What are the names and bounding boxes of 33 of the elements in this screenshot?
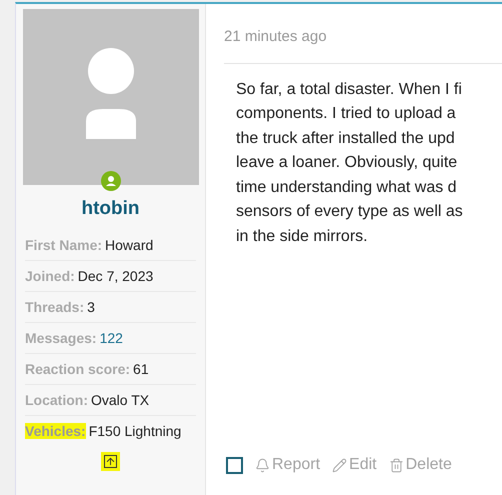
bell-icon xyxy=(255,458,270,472)
post-text-line: the truck after installed the upd xyxy=(236,128,456,148)
username-link[interactable]: htobin xyxy=(81,195,140,224)
post-text-line: components. I tried to upload a xyxy=(236,104,457,124)
expand-button[interactable] xyxy=(101,452,120,470)
report-button[interactable]: Report xyxy=(255,453,320,477)
post-text-line: So far, a total disaster. When I fi xyxy=(236,80,463,100)
field-label: Threads: xyxy=(25,298,84,314)
post-text-line: sensors of every type as well as xyxy=(236,202,464,222)
field-value: Ovalo TX xyxy=(91,392,150,408)
post-text-line: in the side mirrors. xyxy=(236,226,369,246)
field-value: 61 xyxy=(133,360,149,376)
field-value: F150 Lightning xyxy=(88,422,182,438)
field-label: Vehicles: xyxy=(25,422,86,438)
field-label: Location: xyxy=(25,392,88,408)
pencil-icon xyxy=(332,458,348,472)
field-value[interactable]: 122 xyxy=(100,330,123,346)
post-text-line: leave a loaner. Obviously, quite xyxy=(236,153,458,173)
field-value: Dec 7, 2023 xyxy=(78,268,154,284)
select-checkbox[interactable] xyxy=(226,456,243,474)
trash-icon xyxy=(388,458,404,472)
arrow-up-icon xyxy=(104,454,117,468)
post-text-line: time understanding what was d xyxy=(236,178,458,198)
delete-button[interactable]: Delete xyxy=(388,453,452,477)
edit-button[interactable]: Edit xyxy=(332,453,377,477)
field-label: Joined: xyxy=(25,268,75,284)
field-label: Reaction score: xyxy=(25,360,130,376)
post-time: 21 minutes ago xyxy=(224,27,328,47)
field-label: Messages: xyxy=(25,330,97,346)
avatar-icon xyxy=(22,9,198,185)
field-label: First Name: xyxy=(25,236,102,252)
field-value: 3 xyxy=(87,298,95,314)
field-value: Howard xyxy=(105,236,154,252)
